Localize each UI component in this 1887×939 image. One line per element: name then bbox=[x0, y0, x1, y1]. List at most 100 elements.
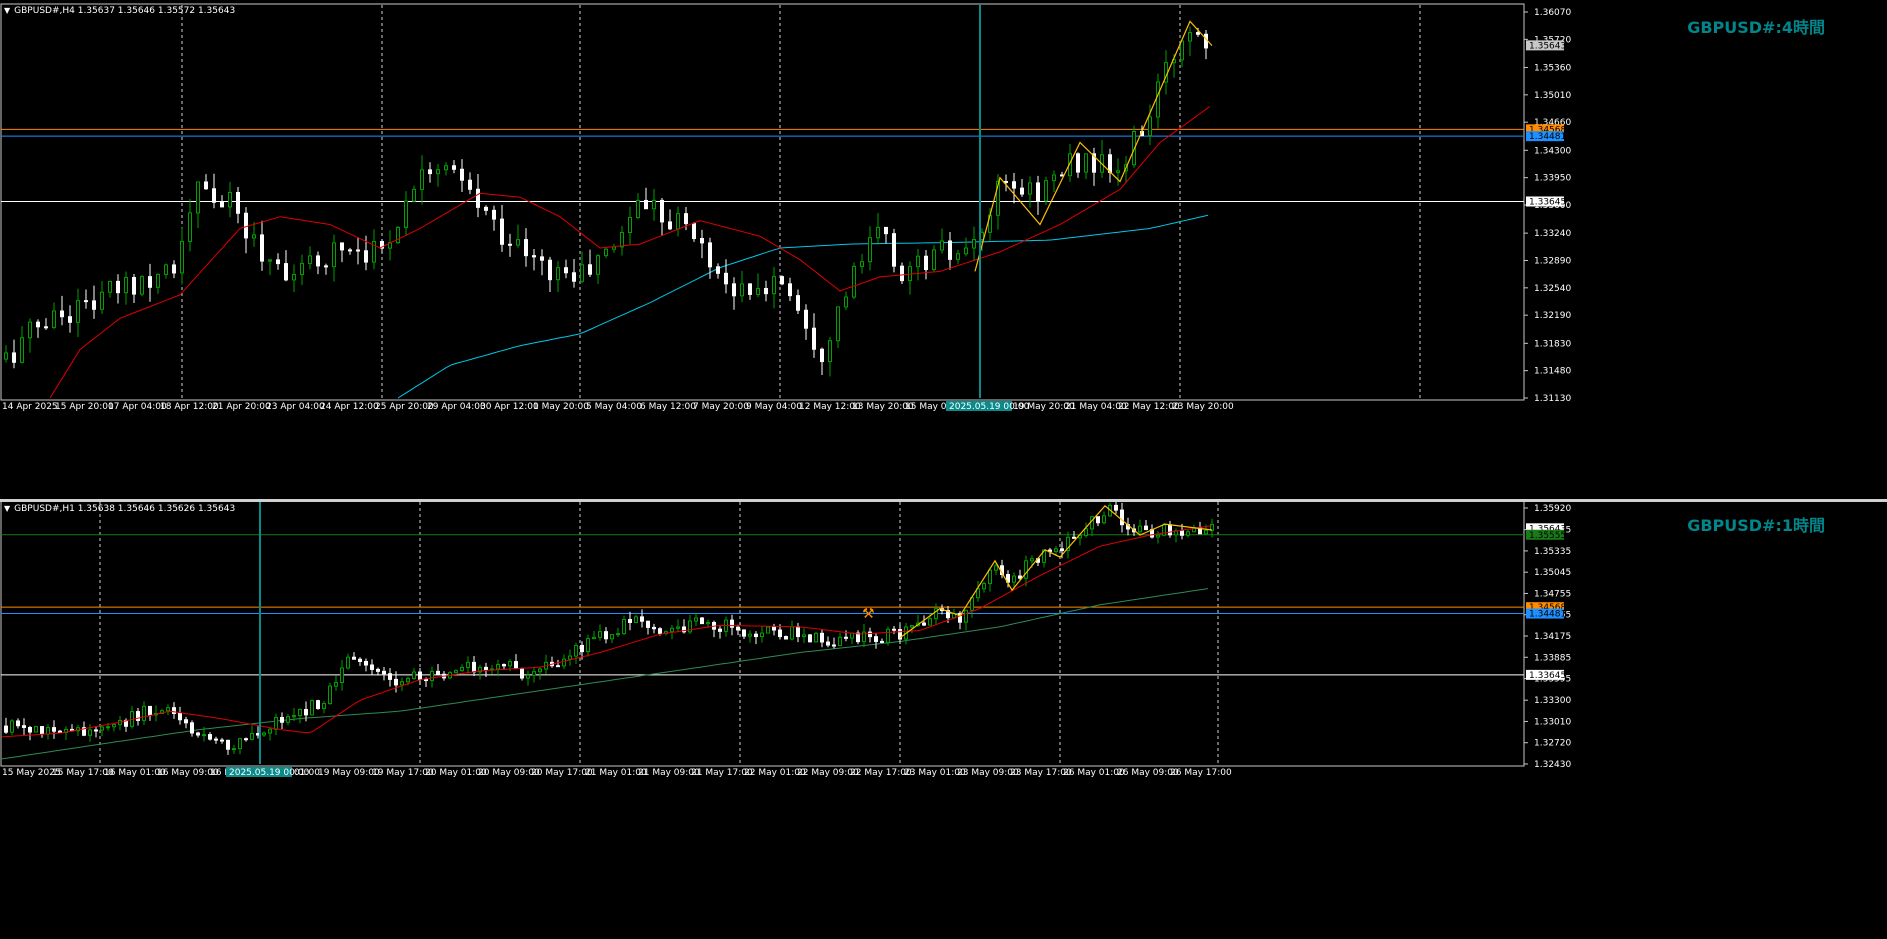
candle-body bbox=[780, 276, 784, 285]
candle-body bbox=[274, 716, 278, 730]
candle-body bbox=[860, 261, 864, 267]
candle-body bbox=[646, 620, 650, 628]
time-axis-label: 18 Apr 12:00 bbox=[160, 402, 219, 412]
candle-body bbox=[436, 670, 440, 675]
candle-body bbox=[68, 316, 72, 323]
candle-body bbox=[820, 632, 824, 643]
candle-body bbox=[1188, 32, 1192, 42]
price-axis-label: 1.33950 bbox=[1534, 174, 1571, 184]
candle-body bbox=[964, 609, 968, 623]
candle-body bbox=[188, 212, 192, 242]
candle-body bbox=[740, 283, 744, 297]
candle-body bbox=[400, 681, 404, 686]
candle-body bbox=[1180, 40, 1184, 61]
candle-body bbox=[364, 660, 368, 666]
price-axis-label: 1.35045 bbox=[1534, 568, 1571, 578]
candle-body bbox=[564, 267, 568, 274]
candle-body bbox=[16, 720, 20, 727]
candle-body bbox=[334, 681, 338, 687]
candle-body bbox=[910, 625, 914, 628]
candle-body bbox=[956, 253, 960, 260]
time-axis-label: 23 Apr 04:00 bbox=[266, 402, 325, 412]
hammer-marker-icon[interactable]: ⚒ bbox=[862, 606, 875, 622]
candle-body bbox=[232, 748, 236, 751]
candle-body bbox=[476, 188, 480, 208]
candle-body bbox=[364, 250, 368, 263]
candle-body bbox=[532, 671, 536, 676]
candle-body bbox=[808, 634, 812, 643]
candle-body bbox=[556, 665, 560, 668]
candle-body bbox=[436, 169, 440, 175]
h4-chart-canvas[interactable]: 1.360701.357201.353601.350101.346601.343… bbox=[0, 0, 1887, 499]
candle-body bbox=[412, 188, 416, 202]
candle-body bbox=[580, 644, 584, 653]
candle-body bbox=[1180, 530, 1184, 536]
price-axis-label: 1.33885 bbox=[1534, 653, 1571, 663]
time-axis-label: 26 May 17:00 bbox=[1170, 768, 1232, 778]
time-axis-label: 1 May 20:00 bbox=[533, 402, 589, 412]
candle-body bbox=[460, 168, 464, 181]
candle-body bbox=[298, 709, 302, 717]
candle-body bbox=[260, 234, 264, 262]
candle-body bbox=[844, 296, 848, 308]
time-axis-label: 25 Apr 20:00 bbox=[375, 402, 434, 412]
candle-body bbox=[244, 738, 248, 741]
candle-body bbox=[556, 267, 560, 281]
candle-body bbox=[850, 632, 854, 639]
candle-body bbox=[916, 255, 920, 268]
h1-header-text: GBPUSD#,H1 1.35638 1.35646 1.35626 1.356… bbox=[14, 504, 236, 514]
candle-body bbox=[1044, 180, 1048, 202]
h4-header-text: GBPUSD#,H4 1.35637 1.35646 1.35572 1.356… bbox=[14, 6, 236, 16]
candle-body bbox=[692, 223, 696, 239]
candle-body bbox=[700, 237, 704, 244]
candle-body bbox=[142, 705, 146, 721]
current-price-tag: 1.35643 bbox=[1529, 41, 1566, 51]
candle-body bbox=[12, 352, 16, 363]
candle-body bbox=[508, 661, 512, 667]
h1-chart-canvas[interactable]: 1.359201.356251.353351.350451.347551.344… bbox=[0, 502, 1887, 939]
candle-body bbox=[1012, 575, 1016, 583]
candle-body bbox=[880, 640, 884, 643]
candle-body bbox=[196, 732, 200, 736]
h4-chart-pane[interactable]: 1.36070 1.35720 1.35360 1.35010 1.34660 1.343… bbox=[0, 0, 1887, 499]
candle-body bbox=[708, 242, 712, 268]
candle-body bbox=[828, 340, 832, 363]
candle-body bbox=[596, 255, 600, 275]
h1-chart-pane[interactable]: 1.359201.356251.353351.350451.347551.344… bbox=[0, 502, 1887, 939]
candle-body bbox=[148, 276, 152, 288]
candle-body bbox=[742, 629, 746, 637]
candle-body bbox=[788, 283, 792, 297]
time-axis-label: 22 May 12:00 bbox=[1118, 402, 1180, 412]
candle-body bbox=[972, 239, 976, 249]
candle-body bbox=[94, 729, 98, 732]
candle-body bbox=[856, 632, 860, 643]
candle-body bbox=[540, 256, 544, 261]
candle-body bbox=[836, 306, 840, 342]
time-axis-label: 14 Apr 2025 bbox=[2, 402, 58, 412]
candle-body bbox=[924, 255, 928, 271]
price-axis-label: 1.34175 bbox=[1534, 632, 1571, 642]
candle-body bbox=[492, 209, 496, 220]
price-axis-label: 1.32430 bbox=[1534, 760, 1571, 770]
candle-body bbox=[538, 668, 542, 673]
candle-body bbox=[812, 327, 816, 350]
price-axis-label: 1.31480 bbox=[1534, 367, 1571, 377]
candle-body bbox=[310, 700, 314, 716]
candle-body bbox=[148, 705, 152, 716]
candle-body bbox=[684, 213, 688, 225]
candle-body bbox=[772, 626, 776, 631]
candle-body bbox=[22, 725, 26, 728]
candle-body bbox=[1036, 182, 1040, 202]
candle-body bbox=[208, 734, 212, 740]
candle-body bbox=[404, 200, 408, 228]
candle-body bbox=[604, 631, 608, 640]
candle-body bbox=[532, 255, 536, 258]
candle-body bbox=[100, 726, 104, 731]
dropdown-triangle-icon[interactable]: ▼ bbox=[4, 6, 10, 15]
candle-body bbox=[628, 619, 632, 623]
zigzag-line bbox=[974, 20, 1213, 272]
candle-body bbox=[424, 678, 428, 682]
dropdown-triangle-icon[interactable]: ▼ bbox=[4, 504, 10, 513]
candle-body bbox=[574, 644, 578, 657]
time-axis-label: 9 May 04:00 bbox=[746, 402, 802, 412]
